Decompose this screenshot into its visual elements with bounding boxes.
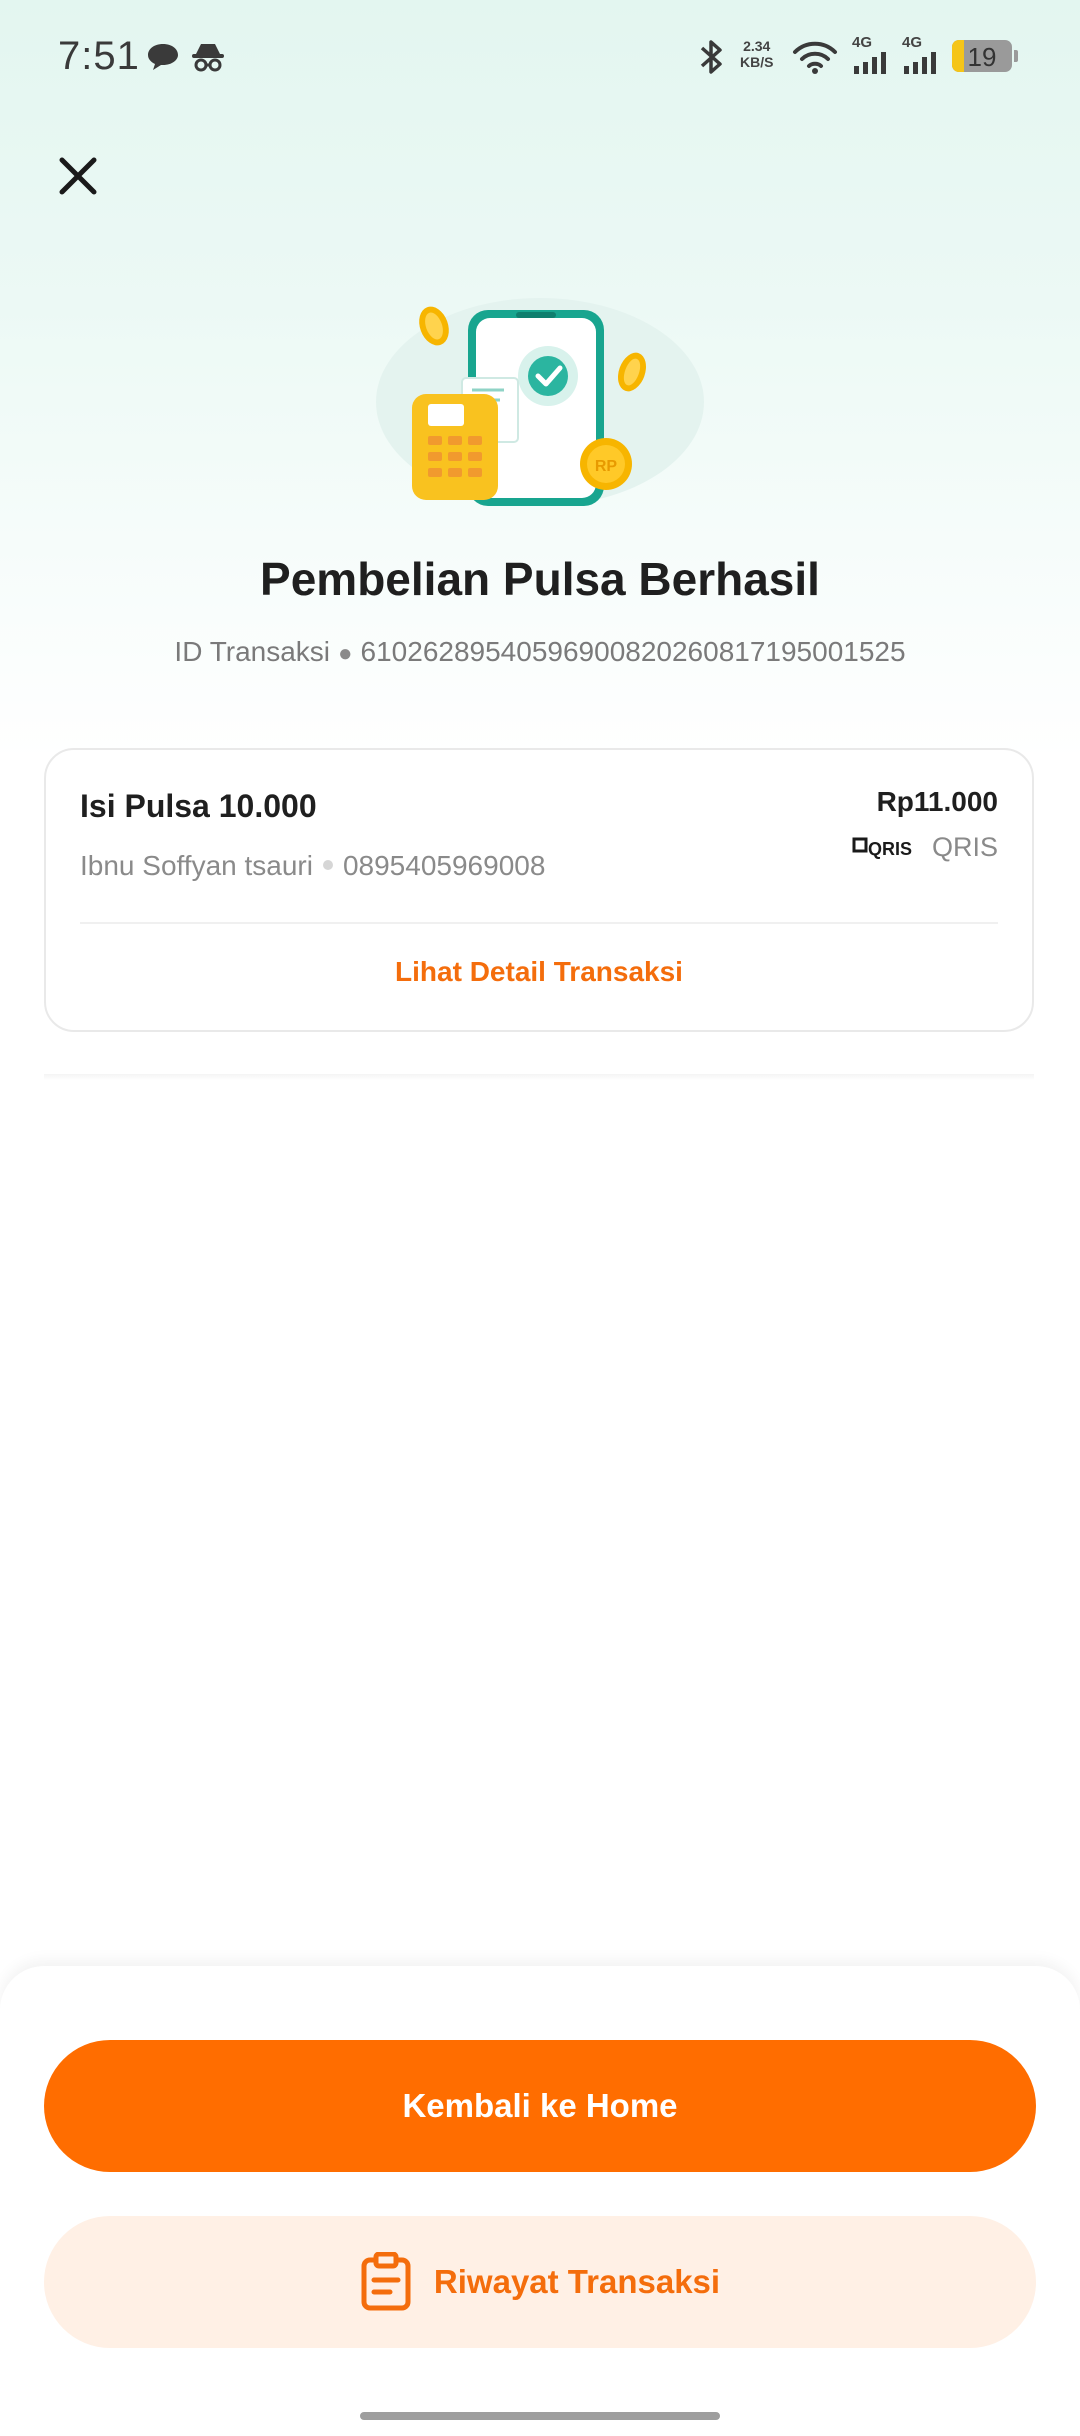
signal-icon bbox=[854, 52, 886, 74]
price: Rp11.000 bbox=[876, 786, 998, 817]
divider bbox=[80, 922, 998, 924]
buyer-info: Ibnu Soffyan tsauri 0895405969008 bbox=[80, 850, 545, 882]
payment-success-illustration: RP bbox=[376, 298, 704, 506]
battery-level: 19 bbox=[967, 42, 997, 72]
qris-logo-text: QRIS bbox=[868, 839, 912, 859]
wifi-icon bbox=[793, 41, 837, 74]
network-type-2: 4G bbox=[902, 34, 923, 51]
separator-dot bbox=[322, 859, 333, 870]
net-speed: 2.34 KB/S bbox=[740, 38, 773, 70]
transaction-id-separator: ● bbox=[338, 640, 353, 667]
chat-bubble-icon bbox=[148, 44, 178, 70]
status-time: 7:51 bbox=[58, 34, 140, 78]
payment-method-label: QRIS bbox=[931, 832, 998, 862]
buyer-name: Ibnu Soffyan tsauri bbox=[80, 850, 313, 881]
status-bar: 7:51 2.34 KB/S 4G 4G 19 bbox=[0, 0, 1080, 110]
transaction-id-value: 61026289540596900820260817195001525 bbox=[360, 636, 906, 667]
page-title: Pembelian Pulsa Berhasil bbox=[260, 553, 820, 605]
clipboard-icon bbox=[361, 2252, 411, 2311]
home-indicator[interactable] bbox=[360, 2412, 720, 2420]
divider bbox=[44, 1074, 1034, 1080]
close-icon[interactable] bbox=[54, 152, 102, 200]
transaction-id-label: ID Transaksi bbox=[174, 636, 331, 667]
transaction-summary-card: Isi Pulsa 10.000 Ibnu Soffyan tsauri 0895… bbox=[44, 748, 1034, 1032]
transaction-history-button[interactable]: Riwayat Transaksi bbox=[44, 2216, 1036, 2348]
bluetooth-icon bbox=[700, 40, 722, 74]
product-name: Isi Pulsa 10.000 bbox=[80, 788, 317, 824]
net-speed-value: 2.34 bbox=[743, 38, 771, 54]
back-to-home-button[interactable]: Kembali ke Home bbox=[44, 2040, 1036, 2172]
net-speed-unit: KB/S bbox=[740, 54, 774, 70]
back-to-home-label: Kembali ke Home bbox=[402, 2087, 678, 2124]
buyer-phone: 0895405969008 bbox=[342, 850, 546, 881]
svg-text:RP: RP bbox=[595, 458, 618, 475]
transaction-history-label: Riwayat Transaksi bbox=[433, 2263, 721, 2300]
incognito-icon bbox=[192, 44, 224, 72]
bottom-action-sheet bbox=[0, 1966, 1080, 2436]
signal-icon bbox=[904, 52, 936, 74]
qris-logo-icon: QRIS bbox=[852, 837, 912, 859]
transaction-id-line: ID Transaksi ● 610262895405969008202608171… bbox=[0, 636, 1080, 668]
network-type-1: 4G bbox=[852, 34, 873, 51]
battery-icon: 19 bbox=[952, 40, 1012, 72]
view-transaction-detail-link[interactable]: Lihat Detail Transaksi bbox=[46, 956, 1032, 988]
payment-method: QRIS QRIS bbox=[852, 832, 998, 863]
